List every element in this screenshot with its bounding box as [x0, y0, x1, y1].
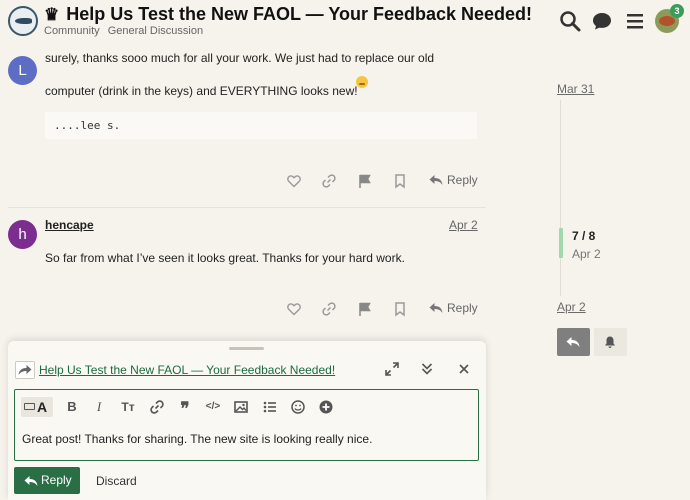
notification-badge[interactable]: 3: [670, 4, 684, 18]
composer-resize-grip[interactable]: [229, 347, 264, 350]
post-actions: Reply: [286, 173, 486, 193]
flag-icon[interactable]: [357, 173, 373, 189]
reply-icon: [566, 337, 580, 347]
post-text: So far from what I’ve seen it looks grea…: [45, 251, 405, 265]
topic-header: ♛ Help Us Test the New FAOL — Your Feedb…: [0, 0, 690, 42]
reply-button[interactable]: Reply: [429, 173, 478, 187]
timeline-position-date: Apr 2: [572, 247, 601, 261]
rich-text-toggle[interactable]: A: [21, 397, 53, 417]
post-actions: Reply: [286, 301, 486, 321]
submit-reply-label: Reply: [41, 473, 72, 487]
timeline-end-date[interactable]: Apr 2: [557, 300, 586, 314]
reply-icon: [429, 175, 443, 185]
site-logo[interactable]: [8, 6, 38, 36]
timeline-start-date[interactable]: Mar 31: [557, 82, 594, 96]
search-icon[interactable]: [559, 10, 581, 32]
avatar-letter: L: [18, 62, 27, 79]
like-icon[interactable]: [286, 173, 302, 189]
bookmark-icon[interactable]: [392, 173, 408, 189]
avatar-letter: h: [18, 226, 27, 243]
timeline-handle[interactable]: [559, 228, 563, 258]
heading-icon[interactable]: Tт: [120, 399, 136, 415]
post-text-line-2: computer (drink in the keys) and EVERYTH…: [45, 84, 358, 98]
bold-icon[interactable]: B: [64, 399, 80, 415]
link-icon[interactable]: [321, 301, 337, 317]
timeline-track[interactable]: [560, 100, 561, 296]
topic-title-text: Help Us Test the New FAOL — Your Feedbac…: [66, 4, 533, 24]
topic-title[interactable]: ♛ Help Us Test the New FAOL — Your Feedb…: [44, 4, 532, 25]
editor-toolbar: A B I Tт ❞ </>: [15, 390, 478, 424]
reply-editor: A B I Tт ❞ </> Great post! Thanks for sh…: [14, 389, 479, 461]
reply-to-icon[interactable]: [15, 361, 35, 379]
fullscreen-icon[interactable]: [385, 362, 399, 376]
discard-button[interactable]: Discard: [96, 474, 137, 488]
crown-icon: ♛: [44, 5, 60, 24]
timeline-notifications-button[interactable]: [594, 328, 627, 356]
post-text-line-1: surely, thanks sooo much for all your wo…: [45, 51, 435, 65]
flag-icon[interactable]: [357, 301, 373, 317]
avatar[interactable]: h: [8, 220, 37, 249]
italic-icon[interactable]: I: [91, 399, 107, 415]
quote-icon[interactable]: ❞: [177, 399, 193, 418]
text-a-icon: A: [37, 399, 48, 415]
breadcrumb-community[interactable]: Community: [44, 25, 100, 37]
post-date[interactable]: Apr 2: [449, 218, 478, 232]
reply-label: Reply: [447, 173, 478, 187]
share-arrow-icon: [18, 365, 32, 375]
close-icon[interactable]: [457, 362, 471, 376]
timeline-position: 7 / 8: [572, 229, 596, 243]
code-block: ....lee s.: [45, 112, 477, 139]
breadcrumb: Community General Discussion: [44, 25, 208, 37]
avatar[interactable]: L: [8, 56, 37, 85]
add-options-icon[interactable]: [318, 399, 334, 415]
like-icon[interactable]: [286, 301, 302, 317]
post-divider: [8, 207, 486, 208]
bullet-list-icon[interactable]: [262, 399, 278, 415]
bookmark-icon[interactable]: [392, 301, 408, 317]
breadcrumb-general-discussion[interactable]: General Discussion: [108, 25, 203, 37]
menu-icon[interactable]: [624, 10, 646, 32]
code-icon[interactable]: </>: [205, 399, 221, 415]
bell-icon: [605, 336, 615, 348]
emoji-icon[interactable]: [290, 399, 306, 415]
wink-emoji-icon: [356, 76, 368, 88]
hyperlink-icon[interactable]: [149, 399, 165, 415]
link-icon[interactable]: [321, 173, 337, 189]
reply-button[interactable]: Reply: [429, 301, 478, 315]
chat-icon[interactable]: [591, 10, 613, 32]
reply-icon: [429, 303, 443, 313]
editor-content[interactable]: Great post! Thanks for sharing. The new …: [22, 432, 372, 446]
post-username[interactable]: hencape: [45, 218, 94, 232]
reply-to-topic-link[interactable]: Help Us Test the New FAOL — Your Feedbac…: [39, 363, 335, 377]
collapse-icon[interactable]: [420, 362, 434, 376]
reply-icon: [24, 476, 38, 486]
image-icon[interactable]: [233, 399, 249, 415]
submit-reply-button[interactable]: Reply: [14, 467, 80, 494]
timeline-reply-button[interactable]: [557, 328, 590, 356]
reply-composer: Help Us Test the New FAOL — Your Feedbac…: [8, 341, 486, 500]
reply-label: Reply: [447, 301, 478, 315]
keyboard-icon: [24, 403, 35, 410]
